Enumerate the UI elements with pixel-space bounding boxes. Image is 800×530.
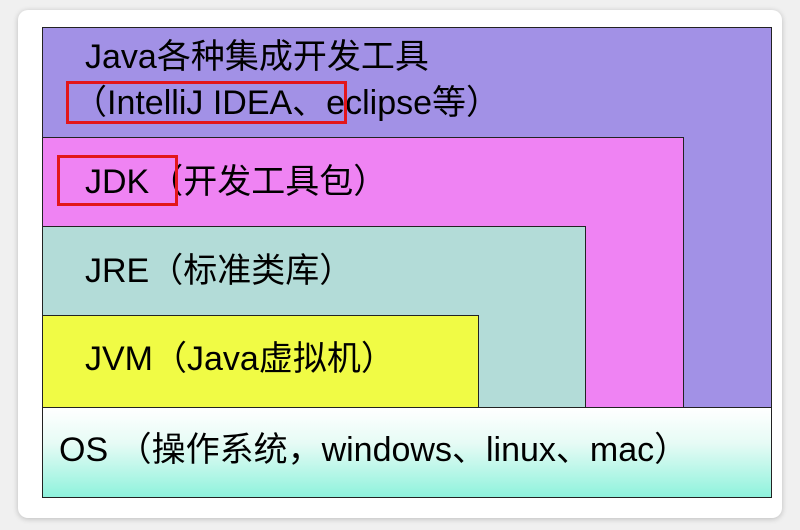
java-architecture-diagram: Java各种集成开发工具 （IntelliJ IDEA、eclipse等） JD…: [42, 27, 772, 498]
ide-tools-title: Java各种集成开发工具: [85, 38, 429, 76]
jdk-highlight-box: [57, 155, 178, 206]
ide-highlight-box: [66, 81, 347, 124]
jvm-label: JVM（Java虚拟机）: [85, 340, 395, 378]
jre-label: JRE（标准类库）: [85, 252, 354, 290]
os-label: OS （操作系统，windows、linux、mac）: [59, 431, 689, 469]
jvm-layer: JVM（Java虚拟机）: [42, 315, 479, 408]
os-layer: OS （操作系统，windows、linux、mac）: [42, 407, 772, 498]
